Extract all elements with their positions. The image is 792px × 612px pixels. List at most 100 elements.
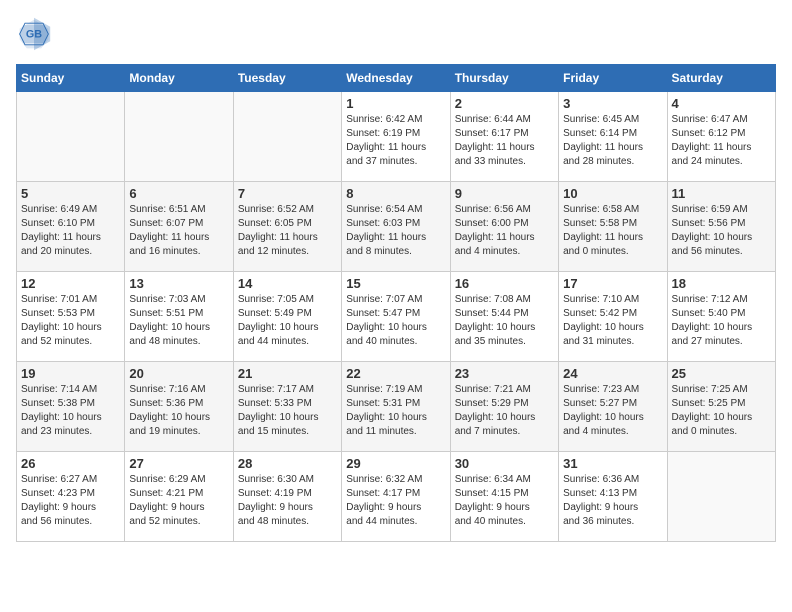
day-info: Sunrise: 6:30 AM Sunset: 4:19 PM Dayligh… <box>238 473 337 529</box>
day-number: 21 <box>238 366 337 381</box>
day-cell <box>17 92 125 182</box>
day-cell: 29 Sunrise: 6:32 AM Sunset: 4:17 PM Dayli… <box>342 452 450 542</box>
day-number: 13 <box>129 276 228 291</box>
day-number: 25 <box>672 366 771 381</box>
day-number: 9 <box>455 186 554 201</box>
svg-text:GB: GB <box>26 29 42 41</box>
week-row-4: 19 Sunrise: 7:14 AM Sunset: 5:38 PM Dayli… <box>17 362 776 452</box>
week-row-1: 1Sunrise: 6:42 AM Sunset: 6:19 PM Daylig… <box>17 92 776 182</box>
day-cell: 21 Sunrise: 7:17 AM Sunset: 5:33 PM Dayli… <box>233 362 341 452</box>
day-number: 22 <box>346 366 445 381</box>
day-number: 3 <box>563 96 662 111</box>
day-info: Sunrise: 7:05 AM Sunset: 5:49 PM Dayligh… <box>238 293 337 349</box>
day-info: Sunrise: 7:17 AM Sunset: 5:33 PM Dayligh… <box>238 383 337 439</box>
header-day-tuesday: Tuesday <box>233 65 341 92</box>
week-row-3: 12 Sunrise: 7:01 AM Sunset: 5:53 PM Dayli… <box>17 272 776 362</box>
day-number: 29 <box>346 456 445 471</box>
day-cell: 22 Sunrise: 7:19 AM Sunset: 5:31 PM Dayli… <box>342 362 450 452</box>
day-info: Sunrise: 6:56 AM Sunset: 6:00 PM Dayligh… <box>455 203 554 259</box>
day-info: Sunrise: 6:52 AM Sunset: 6:05 PM Dayligh… <box>238 203 337 259</box>
day-number: 19 <box>21 366 120 381</box>
day-info: Sunrise: 6:59 AM Sunset: 5:56 PM Dayligh… <box>672 203 771 259</box>
day-cell: 4 Sunrise: 6:47 AM Sunset: 6:12 PM Daylig… <box>667 92 775 182</box>
header-day-wednesday: Wednesday <box>342 65 450 92</box>
day-info: Sunrise: 6:47 AM Sunset: 6:12 PM Dayligh… <box>672 113 771 169</box>
day-info: Sunrise: 6:29 AM Sunset: 4:21 PM Dayligh… <box>129 473 228 529</box>
day-info: Sunrise: 7:19 AM Sunset: 5:31 PM Dayligh… <box>346 383 445 439</box>
header-day-saturday: Saturday <box>667 65 775 92</box>
day-cell: 6 Sunrise: 6:51 AM Sunset: 6:07 PM Daylig… <box>125 182 233 272</box>
day-info: Sunrise: 6:32 AM Sunset: 4:17 PM Dayligh… <box>346 473 445 529</box>
day-number: 26 <box>21 456 120 471</box>
day-number: 2 <box>455 96 554 111</box>
day-cell: 16Sunrise: 7:08 AM Sunset: 5:44 PM Dayli… <box>450 272 558 362</box>
day-info: Sunrise: 6:49 AM Sunset: 6:10 PM Dayligh… <box>21 203 120 259</box>
day-number: 5 <box>21 186 120 201</box>
day-info: Sunrise: 6:34 AM Sunset: 4:15 PM Dayligh… <box>455 473 554 529</box>
day-cell: 19 Sunrise: 7:14 AM Sunset: 5:38 PM Dayli… <box>17 362 125 452</box>
day-cell: 13Sunrise: 7:03 AM Sunset: 5:51 PM Dayli… <box>125 272 233 362</box>
day-number: 30 <box>455 456 554 471</box>
day-number: 10 <box>563 186 662 201</box>
week-row-2: 5 Sunrise: 6:49 AM Sunset: 6:10 PM Daylig… <box>17 182 776 272</box>
day-info: Sunrise: 6:36 AM Sunset: 4:13 PM Dayligh… <box>563 473 662 529</box>
calendar-table: SundayMondayTuesdayWednesdayThursdayFrid… <box>16 64 776 542</box>
day-cell: 23 Sunrise: 7:21 AM Sunset: 5:29 PM Dayli… <box>450 362 558 452</box>
day-info: Sunrise: 7:16 AM Sunset: 5:36 PM Dayligh… <box>129 383 228 439</box>
day-cell: 1Sunrise: 6:42 AM Sunset: 6:19 PM Daylig… <box>342 92 450 182</box>
header-day-thursday: Thursday <box>450 65 558 92</box>
day-number: 12 <box>21 276 120 291</box>
day-info: Sunrise: 7:21 AM Sunset: 5:29 PM Dayligh… <box>455 383 554 439</box>
day-cell <box>233 92 341 182</box>
day-cell: 14 Sunrise: 7:05 AM Sunset: 5:49 PM Dayli… <box>233 272 341 362</box>
day-number: 18 <box>672 276 771 291</box>
day-cell: 26 Sunrise: 6:27 AM Sunset: 4:23 PM Dayli… <box>17 452 125 542</box>
day-number: 6 <box>129 186 228 201</box>
page-header: GB <box>16 16 776 52</box>
day-number: 16 <box>455 276 554 291</box>
day-cell: 8Sunrise: 6:54 AM Sunset: 6:03 PM Daylig… <box>342 182 450 272</box>
header-row: SundayMondayTuesdayWednesdayThursdayFrid… <box>17 65 776 92</box>
day-number: 11 <box>672 186 771 201</box>
day-number: 27 <box>129 456 228 471</box>
week-row-5: 26 Sunrise: 6:27 AM Sunset: 4:23 PM Dayli… <box>17 452 776 542</box>
day-cell: 24Sunrise: 7:23 AM Sunset: 5:27 PM Dayli… <box>559 362 667 452</box>
day-cell: 12 Sunrise: 7:01 AM Sunset: 5:53 PM Dayli… <box>17 272 125 362</box>
day-number: 4 <box>672 96 771 111</box>
logo-icon: GB <box>16 16 52 52</box>
day-number: 14 <box>238 276 337 291</box>
header-day-friday: Friday <box>559 65 667 92</box>
day-cell <box>125 92 233 182</box>
day-cell: 10 Sunrise: 6:58 AM Sunset: 5:58 PM Dayli… <box>559 182 667 272</box>
logo: GB <box>16 16 56 52</box>
day-info: Sunrise: 7:12 AM Sunset: 5:40 PM Dayligh… <box>672 293 771 349</box>
day-cell: 2Sunrise: 6:44 AM Sunset: 6:17 PM Daylig… <box>450 92 558 182</box>
day-cell: 18 Sunrise: 7:12 AM Sunset: 5:40 PM Dayli… <box>667 272 775 362</box>
day-cell: 17Sunrise: 7:10 AM Sunset: 5:42 PM Dayli… <box>559 272 667 362</box>
day-info: Sunrise: 6:27 AM Sunset: 4:23 PM Dayligh… <box>21 473 120 529</box>
day-cell: 11 Sunrise: 6:59 AM Sunset: 5:56 PM Dayli… <box>667 182 775 272</box>
day-cell: 30 Sunrise: 6:34 AM Sunset: 4:15 PM Dayli… <box>450 452 558 542</box>
day-number: 15 <box>346 276 445 291</box>
day-info: Sunrise: 7:14 AM Sunset: 5:38 PM Dayligh… <box>21 383 120 439</box>
header-day-monday: Monday <box>125 65 233 92</box>
day-number: 8 <box>346 186 445 201</box>
day-cell: 7 Sunrise: 6:52 AM Sunset: 6:05 PM Daylig… <box>233 182 341 272</box>
day-number: 7 <box>238 186 337 201</box>
day-number: 24 <box>563 366 662 381</box>
header-day-sunday: Sunday <box>17 65 125 92</box>
day-cell: 20Sunrise: 7:16 AM Sunset: 5:36 PM Dayli… <box>125 362 233 452</box>
day-cell: 9 Sunrise: 6:56 AM Sunset: 6:00 PM Daylig… <box>450 182 558 272</box>
day-info: Sunrise: 7:25 AM Sunset: 5:25 PM Dayligh… <box>672 383 771 439</box>
day-cell: 28Sunrise: 6:30 AM Sunset: 4:19 PM Dayli… <box>233 452 341 542</box>
day-number: 31 <box>563 456 662 471</box>
day-info: Sunrise: 6:45 AM Sunset: 6:14 PM Dayligh… <box>563 113 662 169</box>
day-info: Sunrise: 6:58 AM Sunset: 5:58 PM Dayligh… <box>563 203 662 259</box>
day-info: Sunrise: 6:51 AM Sunset: 6:07 PM Dayligh… <box>129 203 228 259</box>
day-number: 23 <box>455 366 554 381</box>
day-info: Sunrise: 7:01 AM Sunset: 5:53 PM Dayligh… <box>21 293 120 349</box>
day-cell: 31 Sunrise: 6:36 AM Sunset: 4:13 PM Dayli… <box>559 452 667 542</box>
day-cell: 27 Sunrise: 6:29 AM Sunset: 4:21 PM Dayli… <box>125 452 233 542</box>
day-info: Sunrise: 6:42 AM Sunset: 6:19 PM Dayligh… <box>346 113 445 169</box>
day-cell <box>667 452 775 542</box>
